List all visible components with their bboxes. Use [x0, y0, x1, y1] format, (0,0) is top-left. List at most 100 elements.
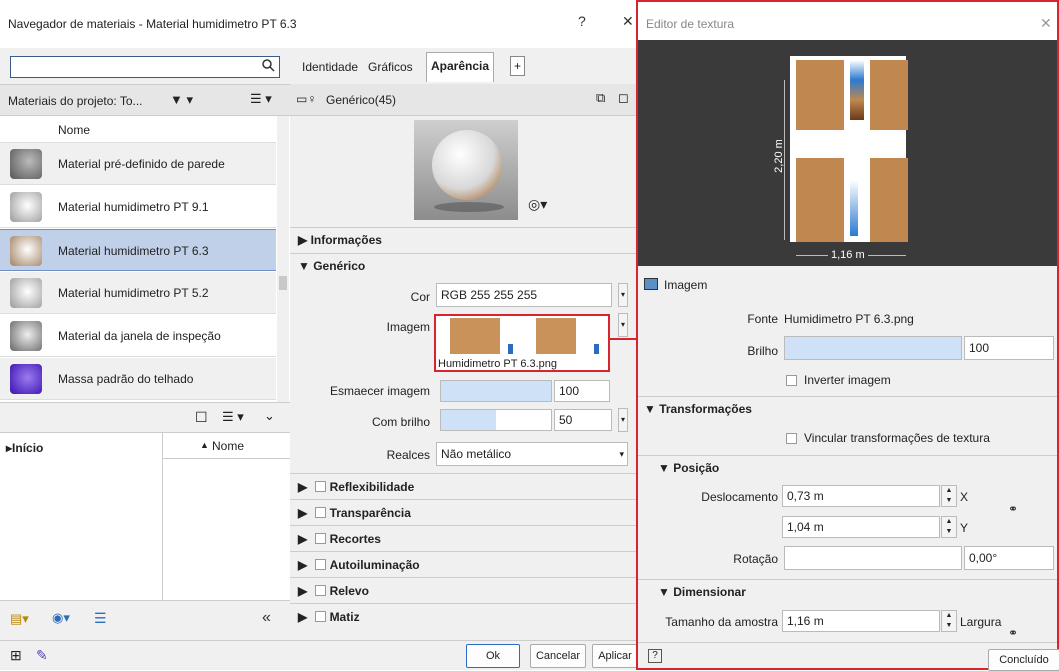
divider — [290, 473, 636, 474]
checkbox[interactable] — [314, 507, 326, 518]
cor-dropdown[interactable]: ▾ — [618, 283, 628, 307]
vincular-checkbox[interactable] — [786, 433, 797, 444]
list-scrollbar[interactable] — [277, 116, 289, 402]
checkbox[interactable] — [314, 559, 326, 570]
library-toolbar: ☐ ☰ ▾ ⌄ — [0, 402, 290, 432]
add-asset-button[interactable]: + — [510, 56, 526, 76]
section-informacoes[interactable]: ▶ Informações — [298, 233, 382, 247]
replace-asset-icon[interactable]: ⧉ — [596, 90, 605, 106]
section-autoiluminacao[interactable]: ▶ Autoiluminação — [298, 558, 420, 572]
apply-button[interactable]: Aplicar — [592, 644, 638, 668]
divider — [290, 253, 636, 254]
search-input[interactable] — [11, 57, 251, 77]
list-item[interactable]: Massa padrão do telhado — [0, 358, 276, 400]
checkbox[interactable] — [314, 533, 326, 544]
deslocamento-x-spinner[interactable]: ▲ ▼ — [941, 485, 957, 507]
close-button[interactable]: ✕ — [1040, 15, 1052, 32]
chevron-down-icon[interactable]: ⌄ — [264, 408, 275, 424]
create-material-icon[interactable]: ◉▾ — [52, 610, 70, 626]
checkbox[interactable] — [314, 481, 326, 492]
material-name: Material da janela de inspeção — [58, 329, 221, 343]
deslocamento-x-field[interactable]: 0,73 m — [782, 485, 940, 507]
image-swatch[interactable]: Humidimetro PT 6.3.png — [434, 314, 610, 372]
brilho-slider[interactable] — [440, 409, 552, 431]
panel-icon[interactable]: ☐ — [195, 409, 208, 426]
search-icon[interactable] — [262, 59, 275, 75]
asset-icon: ▭♀ — [296, 92, 317, 106]
deslocamento-y-spinner[interactable]: ▲ ▼ — [941, 516, 957, 538]
section-generico[interactable]: ▼ Genérico — [298, 259, 365, 273]
cancel-button[interactable]: Cancelar — [530, 644, 586, 668]
section-label: Matiz — [329, 610, 360, 624]
esmaecer-value[interactable]: 100 — [554, 380, 610, 402]
preview-shadow — [434, 202, 504, 212]
tree-column-header[interactable]: ▲ Nome — [162, 433, 290, 459]
tab-identidade[interactable]: Identidade — [298, 54, 362, 80]
ok-button[interactable]: Ok — [466, 644, 520, 668]
section-relevo[interactable]: ▶ Relevo — [298, 584, 369, 598]
section-transformacoes[interactable]: ▼ Transformações — [644, 402, 752, 416]
realces-select[interactable]: Não metálico ▾ — [436, 442, 628, 466]
tab-aparencia[interactable]: Aparência — [426, 52, 495, 82]
help-icon[interactable]: ? — [648, 649, 662, 663]
list-header: Nome — [0, 116, 276, 143]
checkbox[interactable] — [314, 611, 326, 622]
list-view-icon[interactable]: ☰ ▾ — [250, 91, 272, 107]
brilho-dropdown[interactable]: ▾ — [618, 408, 628, 432]
material-thumbnail — [10, 278, 42, 308]
scrollbar-thumb[interactable] — [279, 276, 287, 290]
section-posicao[interactable]: ▼ Posição — [658, 461, 719, 475]
link-icon[interactable]: ⚭ — [1008, 626, 1018, 640]
filter-icon[interactable]: ▼ ▾ — [170, 92, 193, 108]
image-icon — [644, 278, 658, 290]
list-view-icon[interactable]: ☰ ▾ — [222, 409, 244, 425]
tree-root[interactable]: ▸Início — [6, 441, 43, 455]
section-matiz[interactable]: ▶ Matiz — [298, 610, 360, 624]
list-item-selected[interactable]: Material humidimetro PT 6.3 — [0, 229, 276, 271]
section-transparencia[interactable]: ▶ Transparência — [298, 506, 411, 520]
preview-options-icon[interactable]: ◎▾ — [528, 196, 547, 213]
material-browser-toggle-icon[interactable]: ⊞ — [10, 647, 22, 664]
list-item[interactable]: Material da janela de inspeção — [0, 315, 276, 357]
asset-editor-toggle-icon[interactable]: ✎ — [36, 647, 48, 664]
asset-browser-icon[interactable]: ☰ — [94, 610, 107, 627]
esmaecer-slider[interactable] — [440, 380, 552, 402]
brilho-value[interactable]: 100 — [964, 336, 1054, 360]
tamanho-spinner[interactable]: ▲ ▼ — [941, 610, 957, 632]
library-menu-icon[interactable]: ▤▾ — [10, 611, 29, 627]
column-header-name[interactable]: Nome — [58, 123, 90, 137]
section-label: Transparência — [329, 506, 411, 520]
fonte-value[interactable]: Humidimetro PT 6.3.png — [784, 312, 914, 326]
project-materials-label[interactable]: Materiais do projeto: To... — [8, 94, 143, 108]
brilho-slider[interactable] — [784, 336, 962, 360]
callout-line — [610, 338, 636, 340]
done-button[interactable]: Concluído — [988, 649, 1059, 671]
link-icon[interactable]: ⚭ — [1008, 502, 1018, 516]
divider — [290, 551, 636, 552]
checkbox[interactable] — [314, 585, 326, 596]
cor-field[interactable]: RGB 255 255 255 — [436, 283, 612, 307]
section-dimensionar[interactable]: ▼ Dimensionar — [658, 585, 746, 599]
imagem-dropdown[interactable]: ▾ — [618, 313, 628, 337]
brilho-value[interactable]: 50 — [554, 409, 612, 431]
tab-graficos[interactable]: Gráficos — [364, 54, 417, 80]
help-button[interactable]: ? — [578, 13, 586, 29]
rotacao-slider[interactable] — [784, 546, 962, 570]
tamanho-largura-field[interactable]: 1,16 m — [782, 610, 940, 632]
inverter-checkbox[interactable] — [786, 375, 797, 386]
close-button[interactable]: ✕ — [622, 13, 634, 30]
list-item[interactable]: Material humidimetro PT 5.2 — [0, 272, 276, 314]
deslocamento-y-field[interactable]: 1,04 m — [782, 516, 940, 538]
search-box — [10, 56, 280, 78]
list-item[interactable]: Material humidimetro PT 9.1 — [0, 186, 276, 228]
divider — [290, 227, 636, 228]
asset-header: ▭♀ Genérico(45) ⧉ ◻ — [290, 84, 636, 116]
texture-thumbnail — [594, 344, 599, 354]
library-tree: ▸Início ▲ Nome — [0, 432, 290, 601]
section-reflexibilidade[interactable]: ▶ Reflexibilidade — [298, 480, 414, 494]
section-recortes[interactable]: ▶ Recortes — [298, 532, 381, 546]
rotacao-value[interactable]: 0,00° — [964, 546, 1054, 570]
duplicate-asset-icon[interactable]: ◻ — [618, 90, 629, 106]
collapse-button[interactable]: « — [262, 609, 271, 627]
list-item[interactable]: Material pré-definido de parede — [0, 143, 276, 185]
